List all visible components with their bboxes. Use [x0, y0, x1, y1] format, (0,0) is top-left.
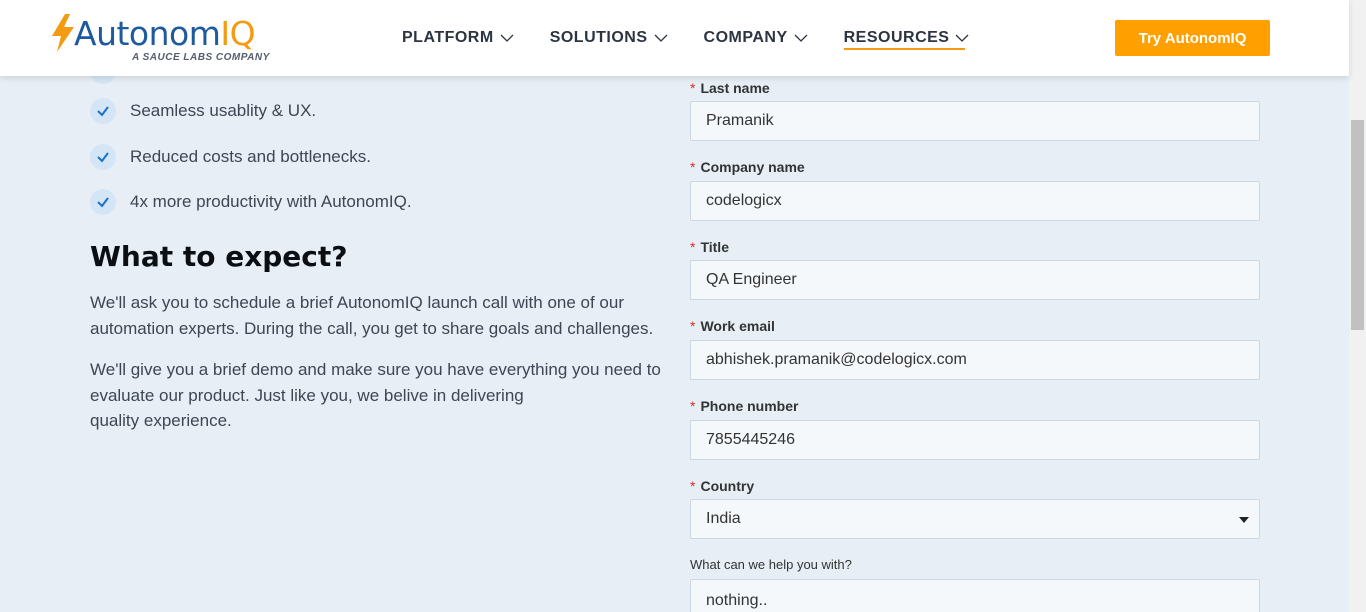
benefit-text: 4x more productivity with AutonomIQ.	[130, 192, 412, 211]
dropdown-arrow-icon	[1239, 517, 1249, 523]
country-label: * Country	[690, 478, 755, 494]
last-name-label: * Last name	[690, 80, 770, 96]
company-name-field[interactable]: codelogicx	[690, 181, 1260, 221]
expect-paragraph-2-main: We'll give you a brief demo and make sur…	[90, 360, 661, 405]
help-textarea[interactable]: nothing..	[690, 579, 1260, 612]
nav-resources[interactable]: RESOURCES	[843, 0, 970, 76]
expect-paragraph-1: We'll ask you to schedule a brief Autono…	[90, 293, 654, 338]
title-label: * Title	[690, 239, 729, 255]
expect-paragraph-2-end: quality experience.	[90, 411, 232, 430]
page-scrollbar[interactable]	[1349, 0, 1366, 612]
company-name-label: * Company name	[690, 159, 805, 175]
what-to-expect-heading: What to expect?	[90, 240, 348, 273]
chevron-down-icon	[794, 34, 808, 42]
logo-tagline: A SAUCE LABS COMPANY	[132, 52, 270, 63]
last-name-field[interactable]: Pramanik	[690, 101, 1260, 141]
benefit-item: Reduced costs and bottlenecks.	[90, 144, 371, 170]
chevron-down-icon	[654, 34, 667, 42]
benefit-text: Reduced costs and bottlenecks.	[130, 147, 371, 166]
work-email-label: * Work email	[690, 318, 775, 334]
site-header: AutonomIQ A SAUCE LABS COMPANY PLATFORM …	[0, 0, 1349, 76]
phone-number-label: * Phone number	[690, 398, 799, 414]
nav-solutions[interactable]: SOLUTIONS	[550, 0, 668, 76]
scrollbar-thumb[interactable]	[1351, 120, 1364, 330]
main-nav: PLATFORM SOLUTIONS COMPANY RESOURCES	[402, 0, 1005, 76]
nav-platform[interactable]: PLATFORM	[402, 0, 514, 76]
chevron-down-icon	[956, 34, 969, 42]
benefit-text: Seamless usablity & UX.	[130, 101, 317, 120]
benefit-item: 4x more productivity with AutonomIQ.	[90, 189, 412, 215]
autonomiq-logo[interactable]: AutonomIQ A SAUCE LABS COMPANY	[50, 14, 270, 64]
country-select[interactable]: India	[690, 499, 1260, 539]
phone-number-field[interactable]: 7855445246	[690, 420, 1260, 460]
check-icon	[90, 189, 116, 215]
benefit-item: Seamless usablity & UX.	[90, 98, 316, 124]
lightning-bolt-icon	[52, 14, 74, 52]
help-label: What can we help you with?	[690, 557, 852, 572]
nav-platform-label: PLATFORM	[402, 29, 494, 46]
work-email-field[interactable]: abhishek.pramanik@codelogicx.com	[690, 340, 1260, 380]
nav-solutions-label: SOLUTIONS	[549, 29, 648, 46]
expect-paragraph-2: We'll give you a brief demo and make sur…	[90, 357, 670, 434]
check-icon	[90, 144, 116, 170]
try-autonomiq-button[interactable]: Try AutonomIQ	[1115, 20, 1270, 56]
nav-company-label: COMPANY	[703, 29, 788, 46]
nav-resources-label: RESOURCES	[843, 29, 950, 46]
logo-wordmark: AutonomIQ	[74, 14, 256, 53]
nav-company[interactable]: COMPANY	[704, 0, 808, 76]
check-icon	[90, 98, 116, 124]
title-field[interactable]: QA Engineer	[690, 260, 1260, 300]
chevron-down-icon	[500, 34, 514, 42]
